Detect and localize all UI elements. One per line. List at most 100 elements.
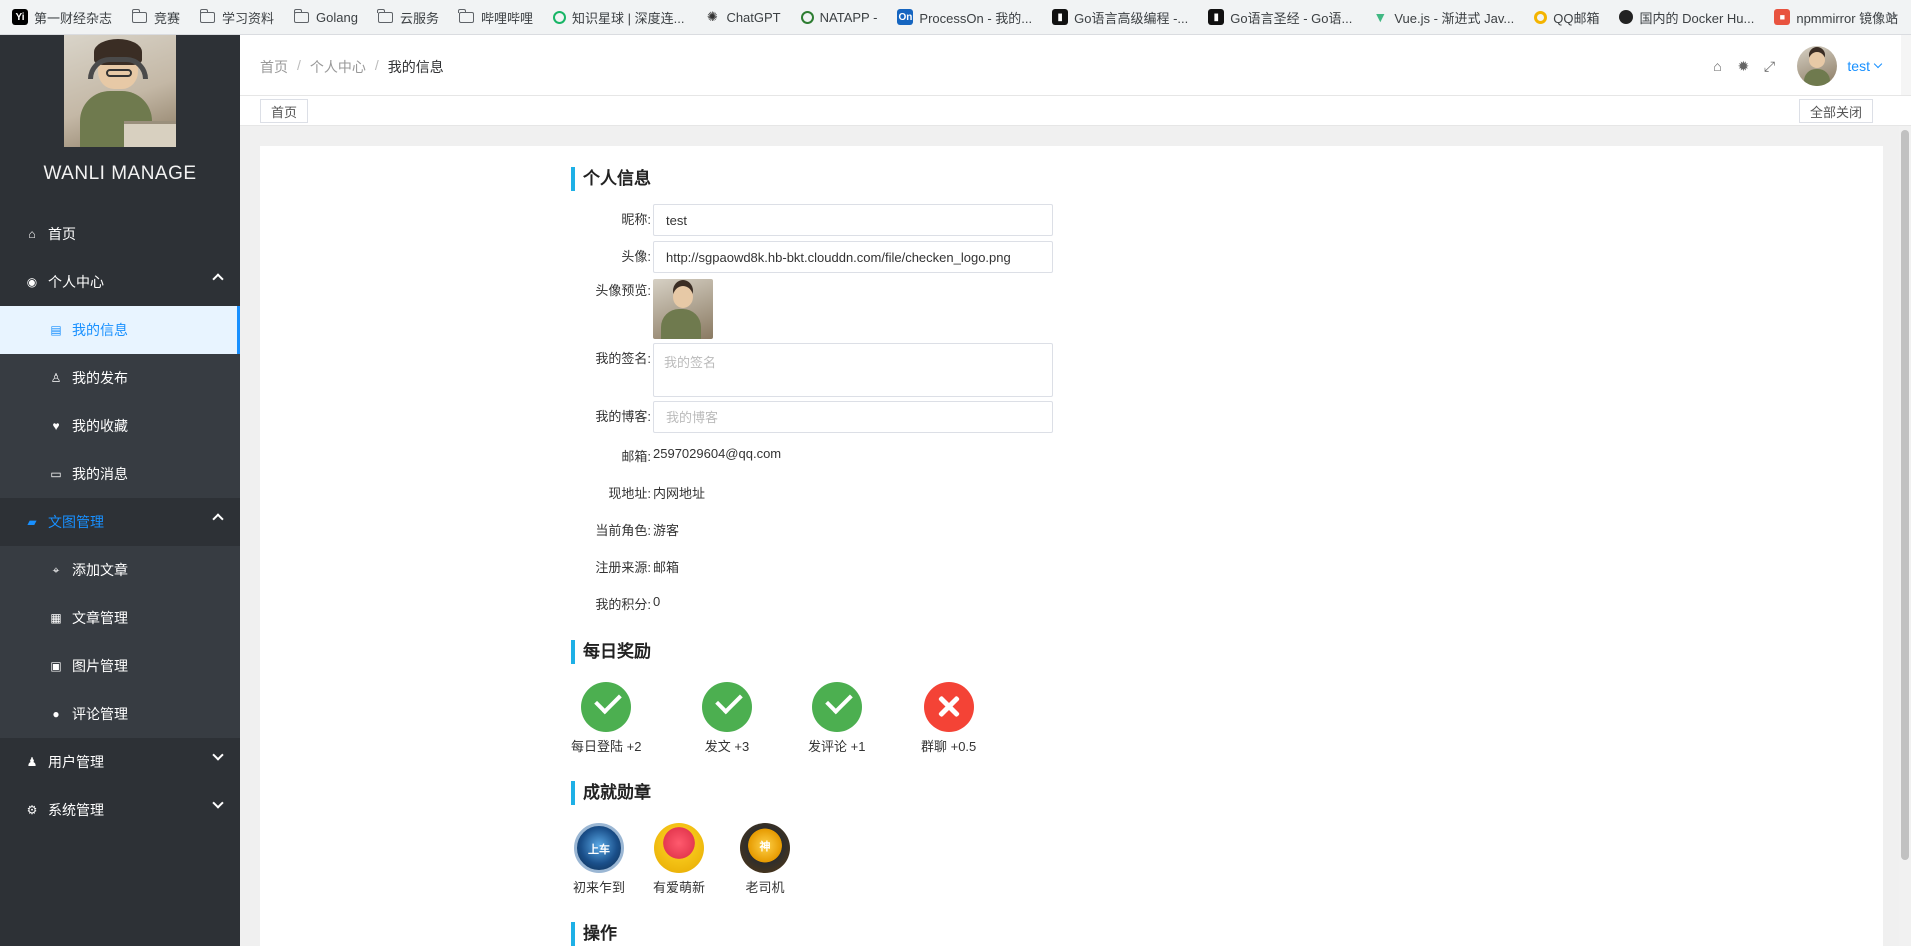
chevron-down-icon <box>1873 59 1883 69</box>
avatar-preview-row: 头像预览: <box>571 279 1071 339</box>
chevron-down-icon <box>212 797 224 809</box>
avatar-url-row: 头像: <box>571 241 1071 273</box>
cogs-icon: ⚙ <box>26 803 38 817</box>
sidebar-item-my-favorites[interactable]: ♥ 我的收藏 <box>0 402 240 450</box>
bookmark-yicai[interactable]: Yi 第一财经杂志 <box>12 8 112 27</box>
bookmarks-overflow-icon[interactable]: » <box>1888 7 1897 25</box>
bookmark-natapp[interactable]: NATAPP - <box>800 10 877 25</box>
brand-name: WANLI MANAGE <box>43 163 197 184</box>
bookmark-folder-golang[interactable]: Golang <box>293 8 358 25</box>
sidebar-item-image-management[interactable]: ▣ 图片管理 <box>0 642 240 690</box>
bookmark-zsxq[interactable]: 知识星球 | 深度连... <box>553 8 684 27</box>
sidebar-item-content-management[interactable]: ▰ 文图管理 <box>0 498 240 546</box>
reward-group-chat: 群聊 +0.5 <box>921 682 976 755</box>
bookmark-folder-cloud[interactable]: 云服务 <box>377 8 439 27</box>
bookmark-processon[interactable]: On ProcessOn - 我的... <box>897 8 1032 27</box>
breadcrumb-home[interactable]: 首页 <box>260 57 288 77</box>
github-icon <box>1619 10 1634 24</box>
sidebar-item-my-messages[interactable]: ▭ 我的消息 <box>0 450 240 498</box>
comment-icon: ● <box>52 707 60 721</box>
qqmail-icon <box>1534 10 1548 24</box>
address-value: 内网地址 <box>653 486 706 501</box>
gift-icon: ▦ <box>50 611 62 625</box>
source-row: 注册来源: 邮箱 <box>571 557 1071 576</box>
nickname-input[interactable] <box>653 204 1053 236</box>
check-circle-icon <box>702 682 752 732</box>
sidebar-nav: ⌂ 首页 ◉ 个人中心 ▤ 我的信息 ♙ 我的发布 ♥ 我的收藏 ▭ 我的消息 ▰ 文图管理 … <box>0 210 240 834</box>
cross-circle-icon <box>923 682 974 732</box>
points-row: 我的积分: 0 <box>595 594 661 612</box>
avatar-url-input[interactable] <box>653 241 1053 273</box>
bookmark-folder-study[interactable]: 学习资料 <box>199 8 274 27</box>
close-all-tags-button[interactable]: 全部关闭 <box>1798 99 1873 123</box>
bookmark-go-bible[interactable]: ▮ Go语言圣经 - Go语... <box>1208 8 1352 27</box>
signature-row: 我的签名: <box>571 343 1071 397</box>
monitor-icon: ▭ <box>50 467 62 481</box>
bookmark-docker-hub[interactable]: 国内的 Docker Hu... <box>1619 8 1754 27</box>
chevron-down-icon <box>212 749 224 761</box>
page-scrollbar[interactable] <box>1899 126 1911 946</box>
sidebar-item-my-posts[interactable]: ♙ 我的发布 <box>0 354 240 402</box>
sidebar-item-personal-center[interactable]: ◉ 个人中心 <box>0 258 240 306</box>
folder-icon <box>377 8 393 23</box>
sidebar-item-article-management[interactable]: ▦ 文章管理 <box>0 594 240 642</box>
sidebar-item-home[interactable]: ⌂ 首页 <box>0 210 240 258</box>
book-icon: ▰ <box>27 515 37 529</box>
theme-toggle-icon[interactable]: ✹ <box>1735 58 1751 74</box>
sidebar-item-my-info[interactable]: ▤ 我的信息 <box>0 306 240 354</box>
check-circle-icon <box>581 682 632 732</box>
bookmark-vue[interactable]: ▼ Vue.js - 渐进式 Jav... <box>1372 8 1514 27</box>
bookmark-chatgpt[interactable]: ✺ ChatGPT <box>704 9 781 25</box>
role-row: 当前角色: 游客 <box>571 520 1071 539</box>
yicai-icon: Yi <box>12 9 28 25</box>
badge-newcomer: 上车 初来乍到 <box>573 823 625 896</box>
user-plus-icon: ♙ <box>50 371 62 385</box>
book-icon: ▮ <box>1208 9 1225 25</box>
npm-icon: ■ <box>1774 9 1791 25</box>
sidebar: WANLI MANAGE ⌂ 首页 ◉ 个人中心 ▤ 我的信息 ♙ 我的发布 ♥ 我的收藏… <box>0 35 240 946</box>
section-title-badges: 成就勋章 <box>571 781 651 805</box>
home-icon: ⌂ <box>28 227 36 241</box>
logo-avatar-image <box>64 35 176 147</box>
signature-textarea[interactable] <box>653 343 1053 397</box>
reward-daily-login: 每日登陆 +2 <box>571 682 641 755</box>
email-row: 邮箱: 2597029604@qq.com <box>621 446 782 464</box>
blog-row: 我的博客: <box>571 401 1071 433</box>
blog-input[interactable] <box>653 401 1053 433</box>
bookmark-folder-bilibili[interactable]: 哔哩哔哩 <box>458 8 533 27</box>
sidebar-item-comment-management[interactable]: ● 评论管理 <box>0 690 240 738</box>
sidebar-item-user-management[interactable]: ♟ 用户管理 <box>0 738 240 786</box>
zsxq-icon <box>553 10 566 24</box>
bookmark-folder-contest[interactable]: 竞赛 <box>131 8 180 27</box>
newcomer-medal-icon: 上车 <box>574 823 624 873</box>
vue-icon: ▼ <box>1373 9 1388 25</box>
section-title-profile: 个人信息 <box>571 167 651 191</box>
bookmark-qqmail[interactable]: QQ邮箱 <box>1534 8 1599 27</box>
email-value: 2597029604@qq.com <box>653 446 782 461</box>
avatar[interactable] <box>1797 46 1838 86</box>
fullscreen-icon[interactable]: ⤢ <box>1761 58 1777 74</box>
check-circle-icon <box>811 682 862 732</box>
natapp-icon <box>800 10 814 24</box>
user-circle-icon: ◉ <box>26 275 38 289</box>
bookmark-go-advanced[interactable]: ▮ Go语言高级编程 -... <box>1052 8 1188 27</box>
tag-home[interactable]: 首页 <box>260 99 309 123</box>
heart-medal-icon <box>654 823 704 873</box>
tags-bar: 首页 全部关闭 <box>240 96 1911 126</box>
folder-icon <box>293 8 310 23</box>
sidebar-item-add-article[interactable]: ⌖ 添加文章 <box>0 546 240 594</box>
bookmark-npmmirror[interactable]: ■ npmmirror 镜像站 <box>1774 8 1898 27</box>
folder-icon <box>131 8 148 23</box>
user-menu[interactable]: test <box>1847 58 1883 74</box>
heart-icon: ♥ <box>52 419 60 433</box>
chevron-up-icon <box>212 513 224 525</box>
folder-icon <box>458 8 474 23</box>
home-icon[interactable]: ⌂ <box>1709 58 1725 74</box>
sidebar-item-system-management[interactable]: ⚙ 系统管理 <box>0 786 240 834</box>
graduation-cap-icon: ⌖ <box>52 562 60 577</box>
chevron-up-icon <box>212 273 224 285</box>
top-header: 首页 / 个人中心 / 我的信息 ⌂ ✹ ⤢ test <box>240 35 1911 96</box>
address-row: 现地址: 内网地址 <box>571 483 1071 502</box>
nickname-row: 昵称: <box>571 204 1071 236</box>
breadcrumb-personal-center[interactable]: 个人中心 <box>310 57 366 77</box>
